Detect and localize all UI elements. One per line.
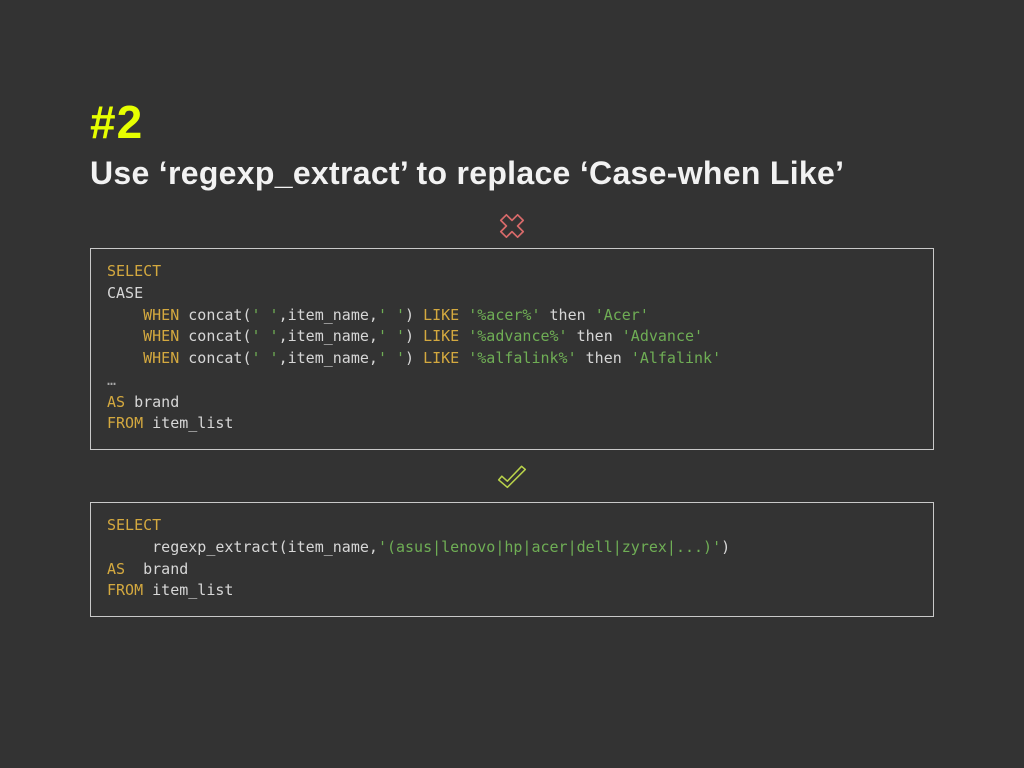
arg-item: ,item_name, <box>279 327 378 345</box>
pad <box>107 306 143 324</box>
pad <box>107 327 143 345</box>
kw-select: SELECT <box>107 516 161 534</box>
kw-from: FROM <box>107 414 143 432</box>
close-paren: ) <box>721 538 730 556</box>
concat-head: concat( <box>179 327 251 345</box>
pat3: '%alfalink%' <box>459 349 576 367</box>
then2: then <box>568 327 622 345</box>
str-sp2: ' ' <box>378 327 405 345</box>
val2: 'Advance' <box>622 327 703 345</box>
good-code-block: SELECT regexp_extract(item_name,'(asus|l… <box>90 502 934 617</box>
slide: #2 Use ‘regexp_extract’ to replace ‘Case… <box>0 0 1024 671</box>
from-table: item_list <box>143 414 233 432</box>
tip-number: #2 <box>90 95 934 149</box>
close-paren: ) <box>405 349 423 367</box>
tip-title: Use ‘regexp_extract’ to replace ‘Case-wh… <box>90 155 934 192</box>
ellipsis: … <box>107 371 116 389</box>
regex-literal: '(asus|lenovo|hp|acer|dell|zyrex|...)' <box>378 538 721 556</box>
str-sp1: ' ' <box>252 306 279 324</box>
kw-when: WHEN <box>143 349 179 367</box>
kw-like: LIKE <box>423 306 459 324</box>
str-sp2: ' ' <box>378 349 405 367</box>
check-icon <box>495 464 529 494</box>
then3: then <box>577 349 631 367</box>
concat-head: concat( <box>179 349 251 367</box>
good-example-marker <box>90 464 934 494</box>
str-sp1: ' ' <box>252 327 279 345</box>
str-sp1: ' ' <box>252 349 279 367</box>
val1: 'Acer' <box>595 306 649 324</box>
bad-code-block: SELECT CASE WHEN concat(' ',item_name,' … <box>90 248 934 450</box>
close-paren: ) <box>405 327 423 345</box>
from-table: item_list <box>143 581 233 599</box>
arg-item: ,item_name, <box>279 349 378 367</box>
bad-example-marker <box>90 212 934 240</box>
pat2: '%advance%' <box>459 327 567 345</box>
str-sp2: ' ' <box>378 306 405 324</box>
kw-as: AS <box>107 560 125 578</box>
as-brand: brand <box>125 560 188 578</box>
kw-when: WHEN <box>143 306 179 324</box>
kw-case: CASE <box>107 284 143 302</box>
pad <box>107 349 143 367</box>
as-brand: brand <box>125 393 179 411</box>
concat-head: concat( <box>179 306 251 324</box>
close-paren: ) <box>405 306 423 324</box>
kw-from: FROM <box>107 581 143 599</box>
cross-icon <box>498 212 526 240</box>
kw-like: LIKE <box>423 327 459 345</box>
then1: then <box>541 306 595 324</box>
kw-like: LIKE <box>423 349 459 367</box>
regexp-call: regexp_extract(item_name, <box>107 538 378 556</box>
kw-as: AS <box>107 393 125 411</box>
val3: 'Alfalink' <box>631 349 721 367</box>
arg-item: ,item_name, <box>279 306 378 324</box>
kw-select: SELECT <box>107 262 161 280</box>
kw-when: WHEN <box>143 327 179 345</box>
pat1: '%acer%' <box>459 306 540 324</box>
